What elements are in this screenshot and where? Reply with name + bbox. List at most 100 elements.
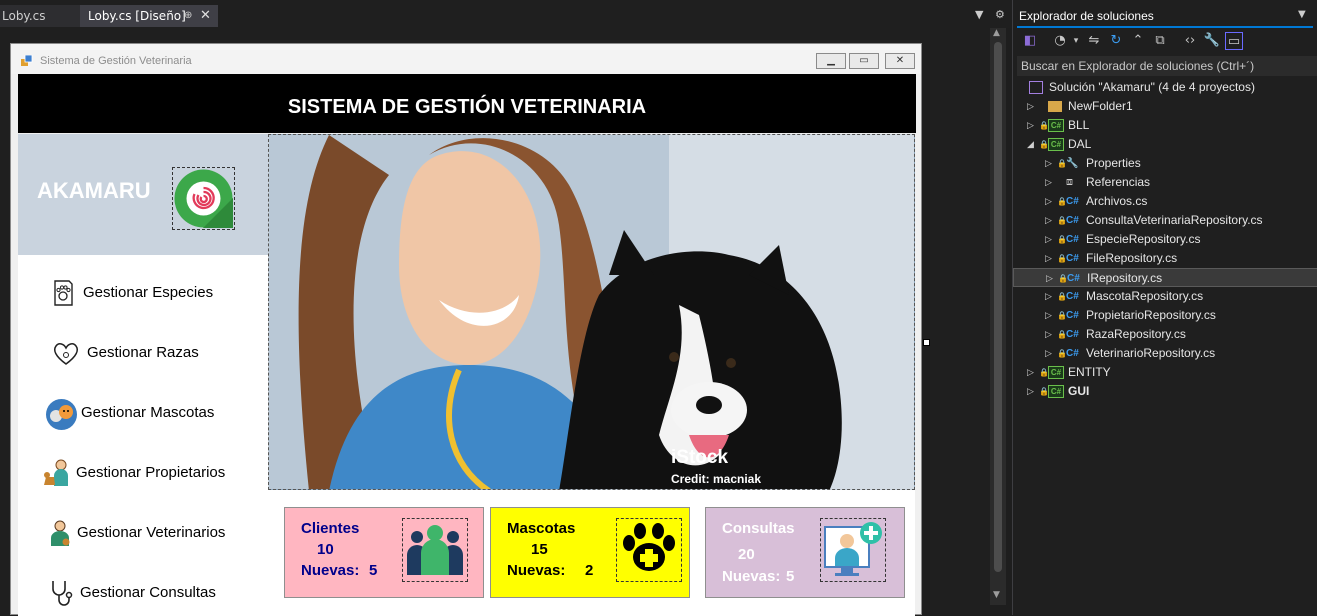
tree-row[interactable]: ▷ ⧈ Referencias	[1013, 173, 1317, 192]
tree-row[interactable]: ▷ 🔒 C# FileRepository.cs	[1013, 249, 1317, 268]
expand-arrow-icon[interactable]: ▷	[1045, 173, 1052, 192]
view-code-icon[interactable]: ‹›	[1181, 32, 1199, 50]
sidebar-item-veterinarios[interactable]: Gestionar Veterinarios	[18, 514, 268, 554]
tree-row[interactable]: ▷ 🔒 C# PropietarioRepository.cs	[1013, 306, 1317, 325]
sidebar-item-propietarios[interactable]: Gestionar Propietarios	[18, 454, 268, 494]
form-title: Sistema de Gestión Veterinaria	[40, 55, 192, 67]
tree-row[interactable]: ▷ 🔒 C# Archivos.cs	[1013, 192, 1317, 211]
solution-icon	[1029, 81, 1043, 94]
csharp-file-icon: C#	[1066, 291, 1079, 302]
close-icon[interactable]: ✕	[200, 5, 211, 27]
card-new-label: Nuevas:	[301, 562, 360, 579]
tree-row[interactable]: ▷ 🔒 C# EspecieRepository.cs	[1013, 230, 1317, 249]
brand-name: AKAMARU	[37, 178, 151, 203]
expand-arrow-icon[interactable]: ▷	[1027, 116, 1034, 135]
sidebar-item-label: Gestionar Especies	[83, 284, 214, 301]
paw-plus-icon	[616, 518, 682, 582]
expand-arrow-icon[interactable]: ▷	[1045, 344, 1052, 363]
panel-menu-chevron-icon[interactable]: ▼	[1298, 9, 1306, 20]
designer-vertical-scrollbar[interactable]: ▲ ▼	[990, 28, 1006, 605]
expand-arrow-icon[interactable]: ▷	[1027, 97, 1034, 116]
brand-logo	[172, 167, 235, 230]
expand-arrow-icon[interactable]: ▷	[1045, 306, 1052, 325]
history-dropdown-icon[interactable]: ▾	[1067, 32, 1085, 50]
collapse-arrow-icon[interactable]: ◢	[1027, 135, 1034, 154]
scroll-thumb[interactable]	[994, 42, 1002, 572]
expand-arrow-icon[interactable]: ▷	[1045, 249, 1052, 268]
tree-row[interactable]: ▷ 🔒 C# RazaRepository.cs	[1013, 325, 1317, 344]
preview-icon[interactable]: ▭	[1225, 32, 1243, 50]
sync-icon[interactable]: ⇋	[1085, 32, 1103, 50]
properties-wrench-icon[interactable]: 🔧	[1203, 32, 1221, 50]
tree-row[interactable]: ▷ NewFolder1	[1013, 97, 1317, 116]
resize-handle[interactable]	[923, 339, 930, 346]
pin-icon[interactable]: ⊕	[184, 5, 192, 27]
chevron-down-icon[interactable]: ▼	[975, 8, 983, 21]
doctor-monitor-icon	[820, 518, 886, 582]
expand-arrow-icon[interactable]: ▷	[1045, 230, 1052, 249]
pets-avatar-icon	[46, 399, 77, 430]
solution-explorer-title: Explorador de soluciones	[1019, 9, 1154, 23]
brand-panel: AKAMARU	[18, 134, 268, 255]
csharp-project-icon: C#	[1048, 119, 1064, 132]
csharp-file-icon: C#	[1067, 273, 1080, 284]
tree-row[interactable]: ▷ 🔒 C# ConsultaVeterinariaRepository.cs	[1013, 211, 1317, 230]
tree-row[interactable]: Solución "Akamaru" (4 de 4 proyectos)	[1013, 78, 1317, 97]
gear-icon[interactable]: ⚙	[995, 8, 1005, 21]
tree-row[interactable]: ▷ 🔒 C# MascotaRepository.cs	[1013, 287, 1317, 306]
expand-arrow-icon[interactable]: ▷	[1027, 382, 1034, 401]
minimize-button[interactable]: ▁	[816, 53, 846, 69]
tree-row[interactable]: ▷ 🔒 C# GUI	[1013, 382, 1317, 401]
card-count: 20	[738, 546, 755, 563]
csharp-file-icon: C#	[1066, 348, 1079, 359]
tab-loby-cs[interactable]: Loby.cs	[0, 5, 80, 27]
sidebar-item-label: Gestionar Razas	[87, 344, 199, 361]
sidebar-item-razas[interactable]: Gestionar Razas	[18, 334, 268, 374]
tree-row[interactable]: ▷ 🔒 C# VeterinarioRepository.cs	[1013, 344, 1317, 363]
sidebar-item-label: Gestionar Consultas	[80, 584, 216, 601]
expand-arrow-icon[interactable]: ▷	[1045, 287, 1052, 306]
paw-paper-icon	[54, 280, 73, 306]
expand-arrow-icon[interactable]: ▷	[1046, 269, 1053, 288]
tab-loby-cs-designer[interactable]: Loby.cs [Diseño] ⊕ ✕	[80, 5, 218, 27]
solution-explorer-toolbar: ◧ ◔ ▾ ⇋ ↻ ⌃ ⧉ ‹› 🔧 ▭	[1013, 30, 1317, 54]
tree-item-label: BLL	[1068, 118, 1090, 132]
maximize-button[interactable]: ▭	[849, 53, 879, 69]
sidebar-item-especies[interactable]: Gestionar Especies	[18, 274, 268, 314]
tree-item-label: DAL	[1068, 137, 1092, 151]
form-app-icon	[21, 55, 33, 66]
tree-row[interactable]: ◢ 🔒 C# DAL	[1013, 135, 1317, 154]
scroll-up-icon[interactable]: ▲	[993, 28, 1000, 38]
csharp-file-icon: C#	[1066, 310, 1079, 321]
sidebar-item-mascotas[interactable]: Gestionar Mascotas	[18, 394, 268, 434]
show-all-files-icon[interactable]: ⧉	[1151, 32, 1169, 50]
sidebar-item-consultas[interactable]: Gestionar Consultas	[18, 574, 268, 614]
form-window[interactable]: Sistema de Gestión Veterinaria ▁ ▭ ✕ SIS…	[10, 43, 922, 616]
tree-row[interactable]: ▷ 🔒 C# BLL	[1013, 116, 1317, 135]
expand-arrow-icon[interactable]: ▷	[1045, 154, 1052, 173]
expand-arrow-icon[interactable]: ▷	[1045, 325, 1052, 344]
owner-with-dog-icon	[44, 459, 68, 486]
tree-item-label: ENTITY	[1068, 365, 1111, 379]
refresh-icon[interactable]: ↻	[1107, 32, 1125, 50]
close-button[interactable]: ✕	[885, 53, 915, 69]
people-icon	[402, 518, 468, 582]
solution-search-input[interactable]: Buscar en Explorador de soluciones (Ctrl…	[1017, 56, 1317, 76]
card-title: Mascotas	[507, 520, 576, 537]
visual-studio-icon[interactable]: ◧	[1021, 32, 1039, 50]
tree-item-label: GUI	[1068, 384, 1090, 398]
tab-overflow-controls[interactable]: ▼ ⚙	[975, 8, 1005, 24]
tree-row[interactable]: ▷ 🔒 🔧 Properties	[1013, 154, 1317, 173]
tree-item-label: Archivos.cs	[1086, 194, 1148, 208]
expand-arrow-icon[interactable]: ▷	[1045, 192, 1052, 211]
csharp-file-icon: C#	[1066, 329, 1079, 340]
scroll-down-icon[interactable]: ▼	[993, 590, 1000, 600]
card-clientes: Clientes 10 Nuevas: 5	[284, 507, 484, 598]
tree-row[interactable]: ▷ 🔒 C# IRepository.cs	[1013, 268, 1317, 287]
tree-item-label: IRepository.cs	[1087, 271, 1163, 285]
tree-row[interactable]: ▷ 🔒 C# ENTITY	[1013, 363, 1317, 382]
collapse-all-icon[interactable]: ⌃	[1129, 32, 1147, 50]
card-title: Consultas	[722, 520, 795, 537]
expand-arrow-icon[interactable]: ▷	[1027, 363, 1034, 382]
expand-arrow-icon[interactable]: ▷	[1045, 211, 1052, 230]
